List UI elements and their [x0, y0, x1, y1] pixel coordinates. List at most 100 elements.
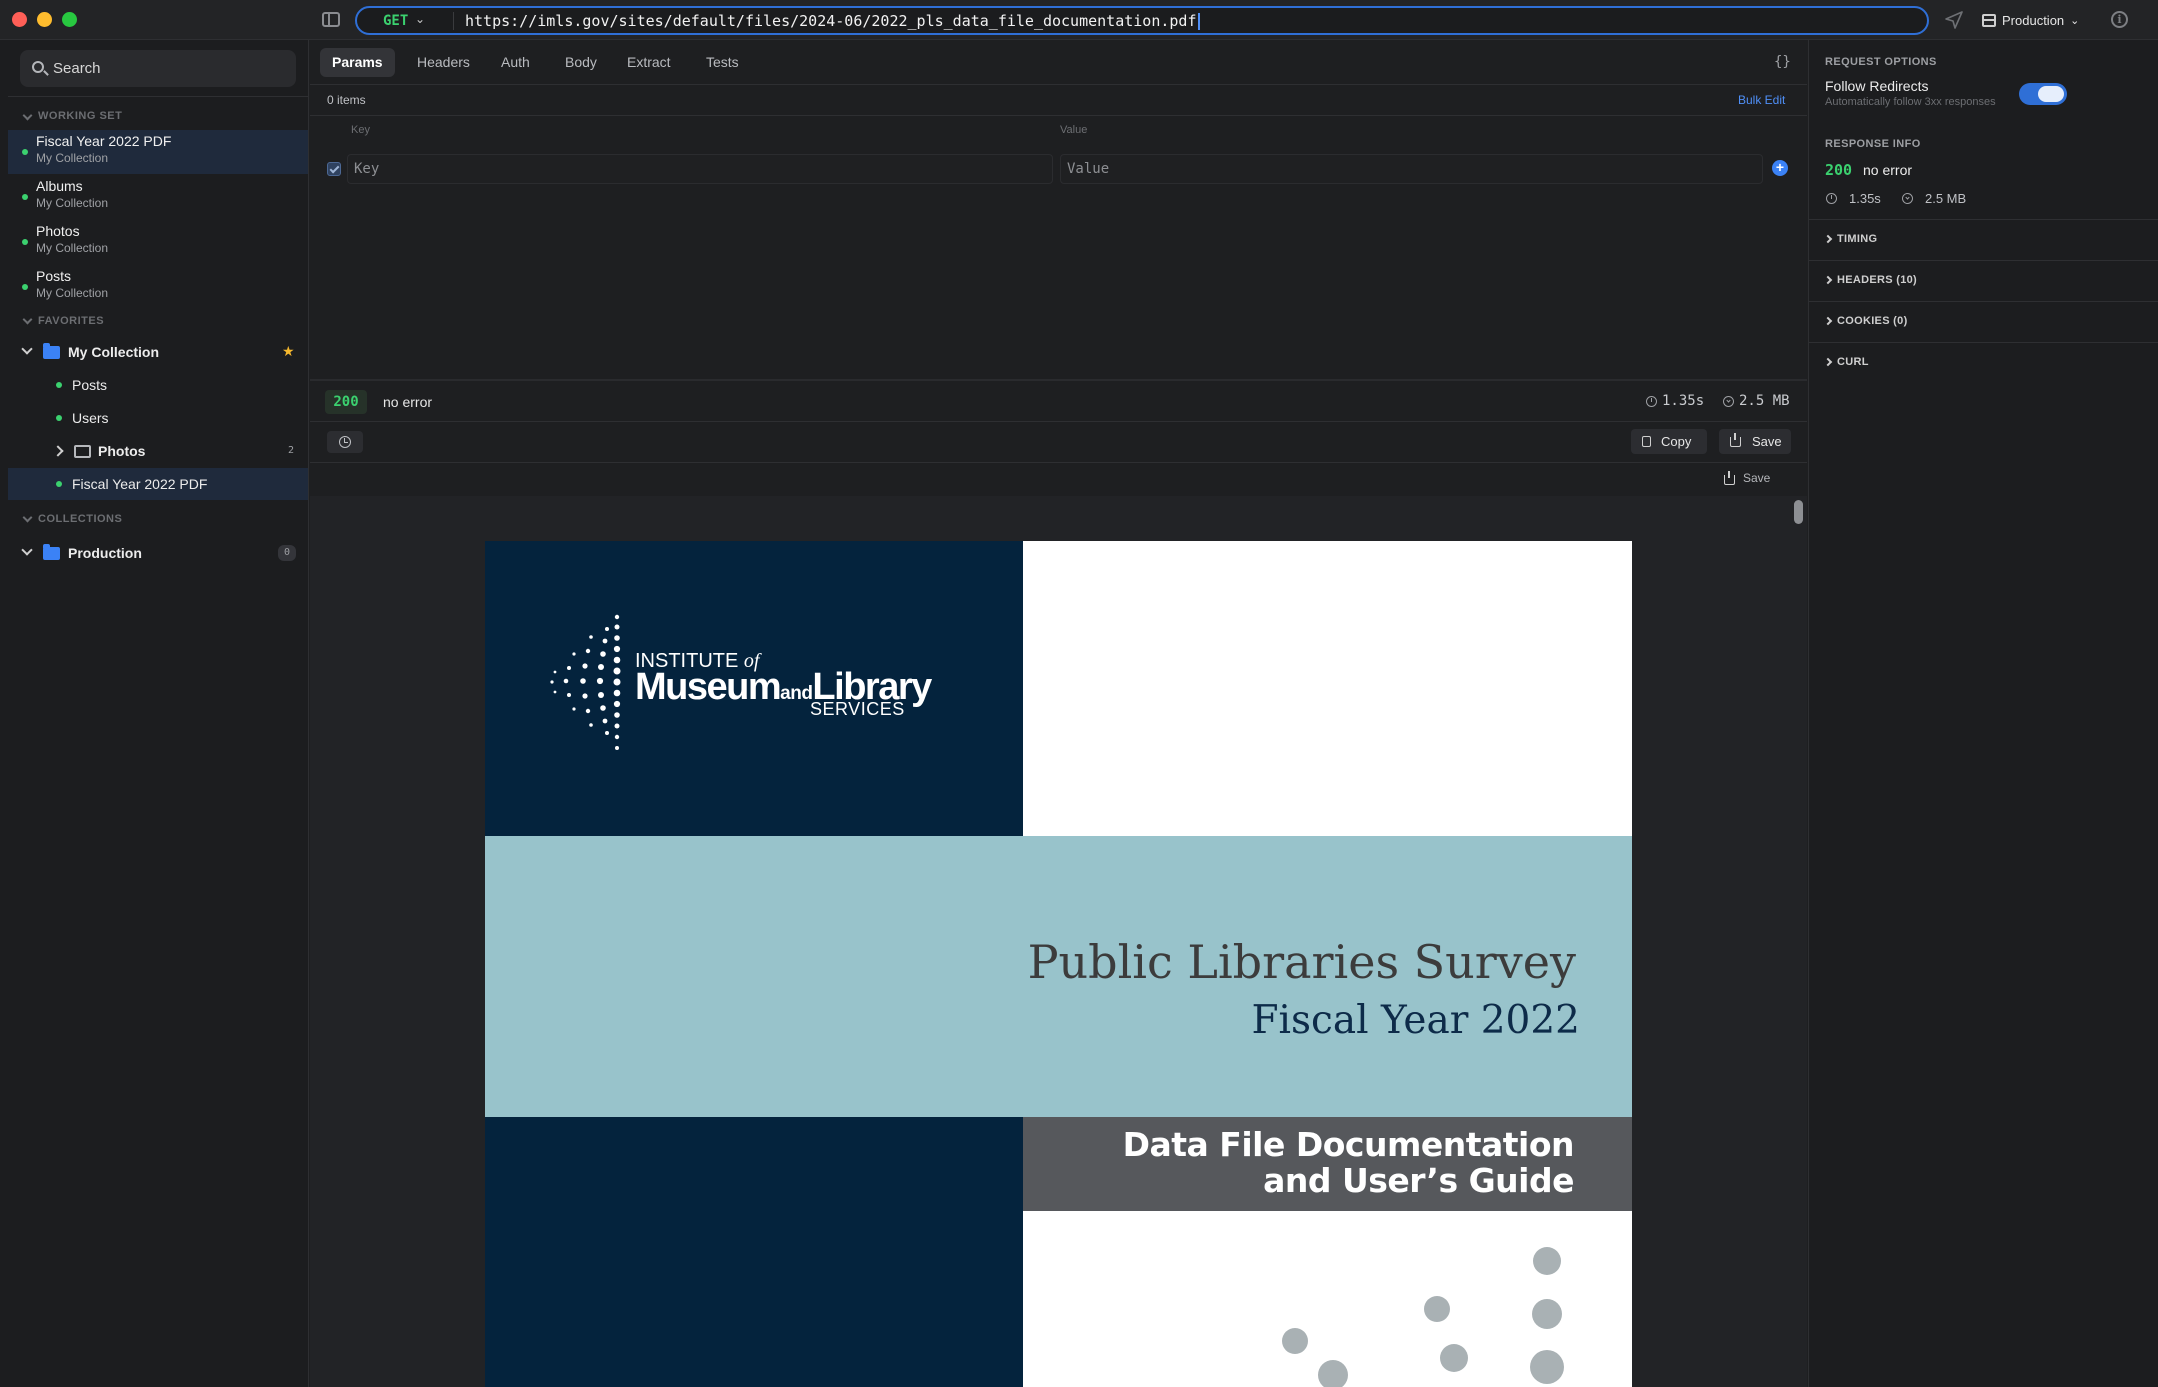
- sidebar: Search WORKING SET Fiscal Year 2022 PDF …: [0, 40, 309, 1387]
- request-options-heading: REQUEST OPTIONS: [1825, 56, 1937, 68]
- minimize-window-button[interactable]: [37, 12, 52, 27]
- logo-services-text: SERVICES: [810, 699, 905, 719]
- search-placeholder: Search: [53, 60, 101, 77]
- tab-extract[interactable]: Extract: [615, 48, 683, 77]
- tree-item-fiscal-year-pdf[interactable]: Fiscal Year 2022 PDF: [8, 468, 308, 500]
- scrollbar-thumb[interactable]: [1794, 500, 1803, 524]
- save-label: Save: [1752, 434, 1782, 449]
- follow-redirects-label: Follow Redirects: [1825, 78, 1929, 94]
- copy-button[interactable]: Copy: [1631, 429, 1707, 454]
- count-badge: 0: [278, 545, 296, 561]
- viewer-toolbar: Save: [310, 464, 1807, 496]
- tree-item-posts[interactable]: Posts: [8, 369, 308, 401]
- working-set-item-collection: My Collection: [36, 241, 109, 255]
- chevron-down-icon: ⌄: [415, 12, 426, 26]
- history-button[interactable]: [327, 431, 363, 453]
- sidebar-toggle-icon[interactable]: [322, 12, 340, 27]
- add-param-icon[interactable]: +: [1772, 160, 1788, 176]
- info-icon[interactable]: i: [2111, 11, 2128, 28]
- url-bar[interactable]: GET ⌄ https://imls.gov/sites/default/fil…: [355, 6, 1929, 35]
- working-set-item-title: Posts: [36, 268, 72, 284]
- param-value-input[interactable]: Value: [1060, 154, 1763, 184]
- environment-label: Production: [2002, 12, 2065, 28]
- param-enabled-checkbox[interactable]: [327, 162, 341, 176]
- headers-section-toggle[interactable]: HEADERS (10): [1809, 261, 2158, 301]
- key-column-header: Key: [351, 124, 370, 136]
- working-set-heading: WORKING SET: [38, 110, 123, 122]
- pdf-title-band: Public Libraries Survey Fiscal Year 2022: [485, 836, 1632, 1117]
- working-set-item-collection: My Collection: [36, 286, 109, 300]
- tree-item-label: Photos: [98, 443, 146, 459]
- response-status-bar: 200 no error 1.35s 2.5 MB: [310, 382, 1807, 422]
- chevron-down-icon[interactable]: [22, 512, 33, 523]
- tab-auth[interactable]: Auth: [489, 48, 542, 77]
- url-divider: [453, 12, 454, 30]
- value-column-header: Value: [1060, 124, 1088, 136]
- tree-item-label: Users: [72, 410, 109, 426]
- save-icon: [1724, 471, 1735, 485]
- pdf-doc-title: Data File Documentation and User’s Guide: [1122, 1125, 1575, 1199]
- zoom-window-button[interactable]: [62, 12, 77, 27]
- working-set-item-collection: My Collection: [36, 196, 109, 210]
- viewer-save-button[interactable]: Save: [1743, 471, 1770, 485]
- clock-icon: [1826, 193, 1837, 204]
- section-label: CURL: [1837, 356, 1869, 368]
- folder-icon: [43, 343, 60, 359]
- tab-tests[interactable]: Tests: [694, 48, 751, 77]
- pdf-cover-navy-block: INSTITUTE of MuseumandLibrary SERVICES: [485, 541, 1023, 836]
- chevron-down-icon[interactable]: [22, 314, 33, 325]
- environment-selector[interactable]: Production ⌄: [1982, 9, 2079, 31]
- tab-body[interactable]: Body: [553, 48, 609, 77]
- tab-headers[interactable]: Headers: [405, 48, 482, 77]
- url-input[interactable]: https://imls.gov/sites/default/files/202…: [465, 12, 1200, 30]
- search-input[interactable]: Search: [20, 50, 296, 87]
- save-button[interactable]: Save: [1719, 429, 1791, 454]
- tab-params[interactable]: Params: [320, 48, 395, 77]
- star-icon[interactable]: ★: [282, 343, 295, 360]
- response-info-heading: RESPONSE INFO: [1825, 138, 1921, 150]
- url-text: https://imls.gov/sites/default/files/202…: [465, 12, 1197, 30]
- clock-icon: [1646, 396, 1657, 407]
- imls-logo-icon: [550, 614, 621, 750]
- save-icon: [1730, 433, 1741, 447]
- tree-item-production[interactable]: Production 0: [8, 537, 308, 569]
- bulk-edit-link[interactable]: Bulk Edit: [1738, 93, 1785, 107]
- tree-item-users[interactable]: Users: [8, 402, 308, 434]
- pdf-doc-title-line: Data File Documentation: [1122, 1125, 1575, 1164]
- working-set-item[interactable]: Fiscal Year 2022 PDF My Collection: [8, 130, 308, 174]
- send-icon[interactable]: [1944, 10, 1964, 30]
- pdf-doc-title-block: Data File Documentation and User’s Guide: [1023, 1117, 1632, 1211]
- tree-item-my-collection[interactable]: My Collection ★: [8, 336, 308, 368]
- folder-icon: [74, 445, 91, 458]
- pdf-subtitle: Fiscal Year 2022: [1251, 998, 1581, 1043]
- response-size: 2.5 MB: [1739, 393, 1790, 409]
- request-inspector-panel: REQUEST OPTIONS Follow Redirects Automat…: [1808, 40, 2158, 1387]
- chevron-down-icon: [21, 544, 33, 556]
- tree-item-label: My Collection: [68, 344, 160, 360]
- tree-item-photos-folder[interactable]: Photos 2: [8, 435, 308, 467]
- section-label: HEADERS (10): [1837, 274, 1918, 286]
- curl-section-toggle[interactable]: CURL: [1809, 343, 2158, 383]
- main-panel: Params Headers Auth Body Extract Tests {…: [310, 40, 1807, 1387]
- chevron-down-icon[interactable]: [22, 110, 33, 121]
- pdf-viewer[interactable]: INSTITUTE of MuseumandLibrary SERVICES P…: [310, 496, 1807, 1387]
- cookies-section-toggle[interactable]: COOKIES (0): [1809, 302, 2158, 342]
- working-set-item[interactable]: Posts My Collection: [8, 265, 308, 309]
- follow-redirects-toggle[interactable]: [2019, 83, 2067, 105]
- working-set-item[interactable]: Photos My Collection: [8, 220, 308, 264]
- param-key-input[interactable]: Key: [347, 154, 1053, 184]
- status-dot: [56, 481, 62, 487]
- working-set-item[interactable]: Albums My Collection: [8, 175, 308, 219]
- response-info-status-text: no error: [1863, 162, 1913, 178]
- json-braces-icon[interactable]: {}: [1774, 54, 1791, 70]
- split-divider[interactable]: [310, 379, 1807, 381]
- close-window-button[interactable]: [12, 12, 27, 27]
- method-selector[interactable]: GET: [383, 13, 408, 29]
- timing-section-toggle[interactable]: TIMING: [1809, 220, 2158, 260]
- status-dot: [22, 149, 28, 155]
- status-dot: [22, 194, 28, 200]
- chevron-right-icon: [52, 445, 64, 457]
- decorative-dots: [1282, 1247, 1564, 1387]
- status-dot: [22, 284, 28, 290]
- response-info-time: 1.35s: [1849, 191, 1881, 206]
